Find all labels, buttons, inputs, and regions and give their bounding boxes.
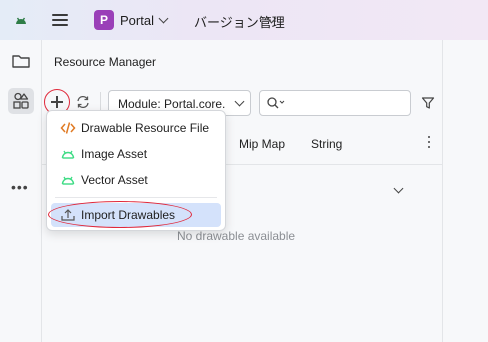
menu-item-label: Drawable Resource File [81, 121, 210, 135]
tab-mip-map[interactable]: Mip Map [239, 137, 285, 151]
code-icon [60, 122, 76, 134]
project-name[interactable]: Portal [120, 13, 154, 28]
folder-icon [12, 55, 30, 68]
resource-manager-tool-button[interactable] [8, 88, 34, 114]
search-icon [267, 97, 285, 109]
menu-divider [55, 197, 217, 198]
module-chevron-down-icon [234, 96, 245, 107]
android-icon [61, 150, 75, 159]
filter-icon[interactable] [421, 96, 435, 110]
project-tool-button[interactable] [8, 48, 34, 74]
panel-title: Resource Manager [54, 55, 157, 69]
title-bar: P Portal バージョン管理 [0, 0, 488, 40]
main-menu-button[interactable] [52, 12, 68, 28]
left-tool-strip: ••• [0, 40, 42, 342]
section-expand-chevron-down-icon[interactable] [393, 183, 404, 194]
project-badge[interactable]: P [94, 10, 114, 30]
android-icon [61, 176, 75, 185]
menu-item-vector-asset[interactable]: Vector Asset [51, 168, 221, 192]
menu-item-drawable-resource-file[interactable]: Drawable Resource File [51, 116, 221, 140]
module-select-value: Module: Portal.core. [118, 97, 226, 111]
search-input[interactable] [259, 90, 411, 116]
more-options-icon[interactable] [427, 136, 431, 150]
menu-item-label: Image Asset [81, 147, 148, 161]
menu-item-label: Vector Asset [81, 173, 148, 187]
project-chevron-down-icon[interactable] [158, 13, 169, 24]
right-tool-strip [442, 40, 488, 342]
more-tools-icon[interactable]: ••• [11, 179, 29, 195]
menu-item-image-asset[interactable]: Image Asset [51, 142, 221, 166]
android-studio-logo-icon [16, 17, 26, 24]
empty-state-message: No drawable available [177, 229, 296, 243]
import-drawables-highlight-oval [48, 201, 192, 228]
tab-string[interactable]: String [311, 137, 342, 151]
refresh-icon[interactable] [74, 93, 92, 111]
resource-manager-icon [13, 92, 29, 109]
